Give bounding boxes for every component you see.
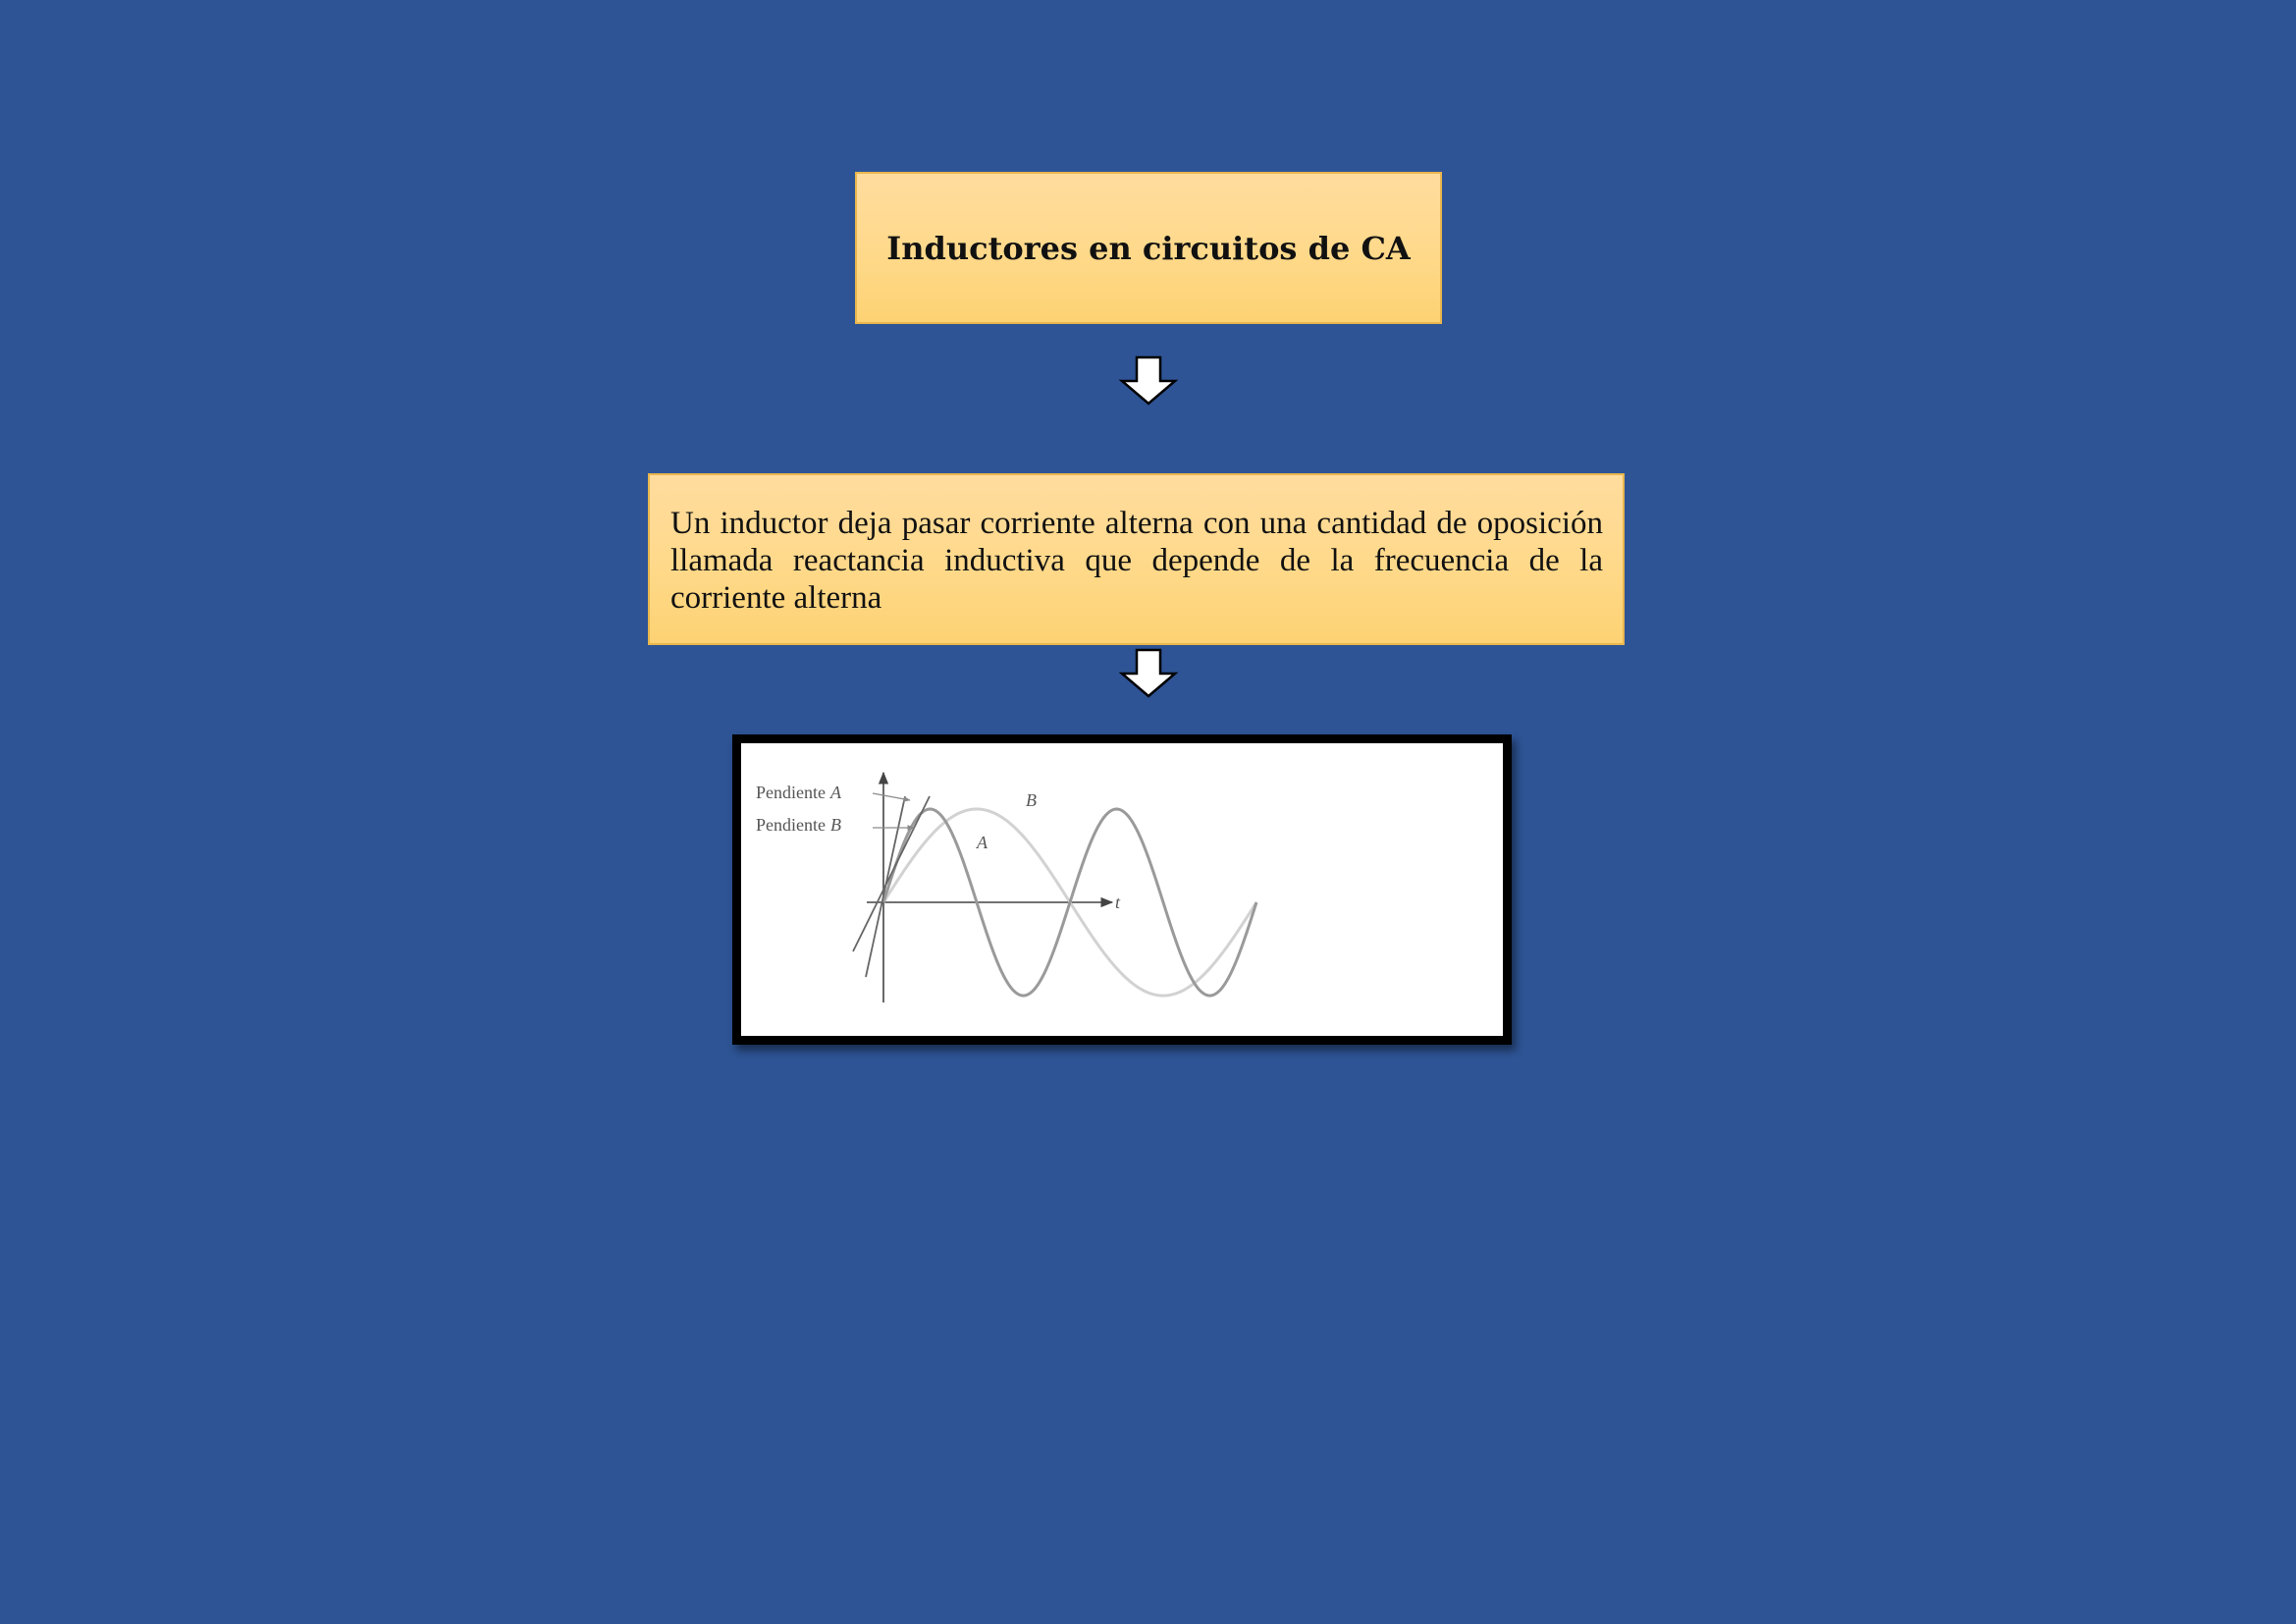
title-box: Inductores en circuitos de CA: [855, 172, 1442, 324]
concept-map-page: Inductores en circuitos de CA Un inducto…: [0, 0, 2296, 1624]
slope-b-label: Pendiente B: [756, 815, 841, 835]
down-arrow-icon: [1118, 355, 1179, 406]
title-text: Inductores en circuitos de CA: [886, 229, 1411, 267]
waveform-figure: Pendiente A Pendiente B B A t: [732, 734, 1512, 1045]
slope-b-tangent: [852, 795, 931, 952]
curve-b-label: B: [1026, 790, 1037, 810]
time-axis-label: t: [1115, 893, 1121, 912]
curve-a-label: A: [976, 833, 988, 852]
waveform-diagram: Pendiente A Pendiente B B A t: [756, 771, 1258, 1002]
down-arrow-icon: [1118, 648, 1179, 698]
slope-a-label: Pendiente A: [756, 783, 842, 802]
description-text: Un inductor deja pasar corriente alterna…: [670, 506, 1603, 616]
description-box: Un inductor deja pasar corriente alterna…: [648, 473, 1625, 645]
